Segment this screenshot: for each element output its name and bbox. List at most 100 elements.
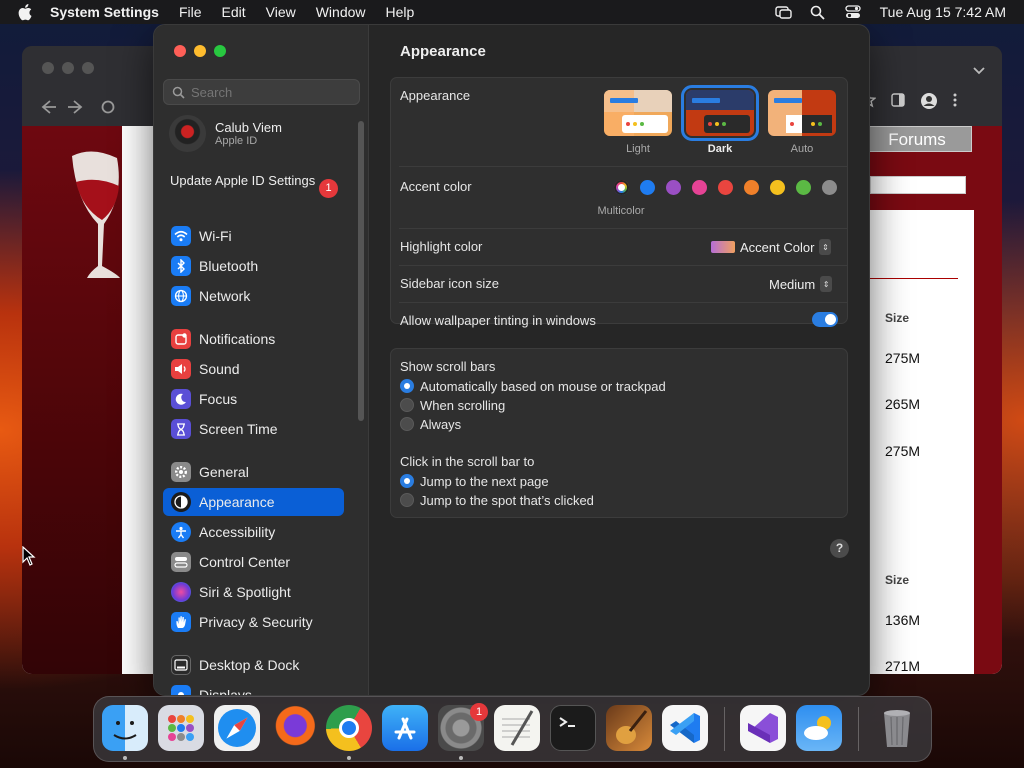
sidebar-toggle-icon[interactable] [890, 92, 906, 108]
more-menu-icon[interactable] [952, 92, 958, 108]
highlight-color-value: Accent Color [740, 239, 815, 255]
hand-icon [171, 612, 191, 632]
accent-color-multicolor[interactable] [614, 180, 629, 195]
sidebar-item-bluetooth[interactable]: Bluetooth [163, 252, 344, 280]
radio-jump-to-spot[interactable] [400, 493, 414, 507]
accent-color-orange[interactable] [744, 180, 759, 195]
forums-tab-button[interactable]: Forums [862, 126, 972, 152]
safari-icon[interactable] [214, 705, 260, 751]
speaker-icon [171, 359, 191, 379]
appearance-option-label: Light [626, 143, 650, 155]
accent-color-yellow[interactable] [770, 180, 785, 195]
site-divider [870, 278, 958, 279]
radio-scroll-when-scrolling[interactable] [400, 398, 414, 412]
system-settings-window: Calub Viem Apple ID Update Apple ID Sett… [154, 25, 869, 695]
chrome-icon[interactable] [326, 705, 372, 751]
search-input[interactable] [191, 84, 351, 100]
settings-sidebar: Calub Viem Apple ID Update Apple ID Sett… [154, 25, 369, 695]
radio-scroll-automatic[interactable] [400, 379, 414, 393]
sidebar-item-accessibility[interactable]: Accessibility [163, 518, 344, 546]
spotlight-search-icon[interactable] [810, 5, 827, 20]
profile-icon[interactable] [920, 92, 938, 110]
running-indicator [347, 756, 351, 760]
sidebar-item-sound[interactable]: Sound [163, 355, 344, 383]
visual-studio-icon[interactable] [740, 705, 786, 751]
radio-label: Automatically based on mouse or trackpad [420, 379, 666, 394]
screen-mirroring-icon[interactable] [774, 5, 792, 19]
accent-color-label: Accent color [400, 179, 472, 194]
sidebar-icon-size-value: Medium [769, 276, 816, 292]
wallpaper-tinting-label: Allow wallpaper tinting in windows [400, 313, 596, 328]
appearance-option-dark[interactable] [681, 85, 759, 141]
sidebar-item-focus[interactable]: Focus [163, 385, 344, 413]
firefox-icon[interactable] [270, 705, 316, 751]
sidebar-item-network[interactable]: Network [163, 282, 344, 310]
sidebar-item-screen-time[interactable]: Screen Time [163, 415, 344, 443]
sidebar-item-desktop-dock[interactable]: Desktop & Dock [163, 651, 344, 679]
weather-icon[interactable] [796, 705, 842, 751]
menu-view[interactable]: View [266, 4, 296, 20]
terminal-icon[interactable] [550, 705, 596, 751]
garageband-icon[interactable] [606, 705, 652, 751]
menu-clock[interactable]: Tue Aug 15 7:42 AM [880, 4, 1006, 20]
highlight-color-popup[interactable]: Accent Color ⇕ [711, 239, 832, 255]
appearance-option-light[interactable] [604, 90, 672, 136]
finder-icon[interactable] [102, 705, 148, 751]
chevron-down-icon[interactable] [972, 66, 986, 76]
accent-color-graphite[interactable] [822, 180, 837, 195]
apple-menu-icon[interactable] [18, 3, 36, 21]
file-size: 265M [885, 396, 921, 412]
sidebar-item-label: Network [199, 288, 251, 304]
dock-separator [724, 707, 725, 751]
sidebar-scrollbar[interactable] [358, 121, 364, 421]
accent-color-red[interactable] [718, 180, 733, 195]
sidebar-item-notifications[interactable]: Notifications [163, 325, 344, 353]
sidebar-search[interactable] [163, 79, 360, 105]
textedit-icon[interactable] [494, 705, 540, 751]
updown-chevron-icon: ⇕ [820, 276, 833, 292]
sidebar-icon-size-popup[interactable]: Medium ⇕ [769, 276, 833, 292]
accent-color-blue[interactable] [640, 180, 655, 195]
accent-color-pink[interactable] [692, 180, 707, 195]
sidebar-item-label: Privacy & Security [199, 614, 313, 630]
close-window-button[interactable] [174, 45, 186, 57]
minimize-window-button[interactable] [194, 45, 206, 57]
appearance-label: Appearance [400, 88, 471, 103]
sidebar-item-wifi[interactable]: Wi-Fi [163, 222, 344, 250]
vscode-icon[interactable] [662, 705, 708, 751]
menu-app-name[interactable]: System Settings [50, 4, 159, 20]
wine-glass-icon [72, 151, 120, 278]
radio-scroll-always[interactable] [400, 417, 414, 431]
help-button[interactable]: ? [830, 539, 849, 558]
radio-jump-next-page[interactable] [400, 474, 414, 488]
trash-icon[interactable] [874, 705, 920, 751]
updown-chevron-icon: ⇕ [819, 239, 832, 255]
zoom-window-button[interactable] [214, 45, 226, 57]
menu-window[interactable]: Window [316, 4, 366, 20]
sidebar-item-siri-spotlight[interactable]: Siri & Spotlight [163, 578, 344, 606]
browser-nav-icons [41, 100, 115, 114]
menu-help[interactable]: Help [386, 4, 415, 20]
mouse-cursor-icon [22, 546, 36, 566]
accent-color-purple[interactable] [666, 180, 681, 195]
control-center-menu-icon[interactable] [844, 5, 862, 19]
site-search-bar[interactable] [870, 176, 966, 194]
sidebar-item-general[interactable]: General [163, 458, 344, 486]
sidebar-item-appearance[interactable]: Appearance [163, 488, 344, 516]
apple-id-account[interactable]: Calub Viem Apple ID [169, 115, 282, 152]
launchpad-icon[interactable] [158, 705, 204, 751]
browser-traffic-lights [42, 62, 94, 74]
sidebar-item-privacy-security[interactable]: Privacy & Security [163, 608, 344, 636]
sidebar-item-control-center[interactable]: Control Center [163, 548, 344, 576]
size-column-header: Size [885, 573, 910, 587]
app-store-icon[interactable] [382, 705, 428, 751]
menu-file[interactable]: File [179, 4, 202, 20]
update-apple-id-item[interactable]: Update Apple ID Settings [170, 173, 340, 189]
sidebar-item-displays[interactable]: Displays [163, 681, 344, 695]
menu-edit[interactable]: Edit [222, 4, 246, 20]
size-column-header: Size [885, 311, 910, 325]
appearance-option-auto[interactable] [768, 90, 836, 136]
browser-extension-icons [860, 92, 958, 110]
accent-color-green[interactable] [796, 180, 811, 195]
wallpaper-tinting-toggle[interactable] [812, 312, 838, 327]
